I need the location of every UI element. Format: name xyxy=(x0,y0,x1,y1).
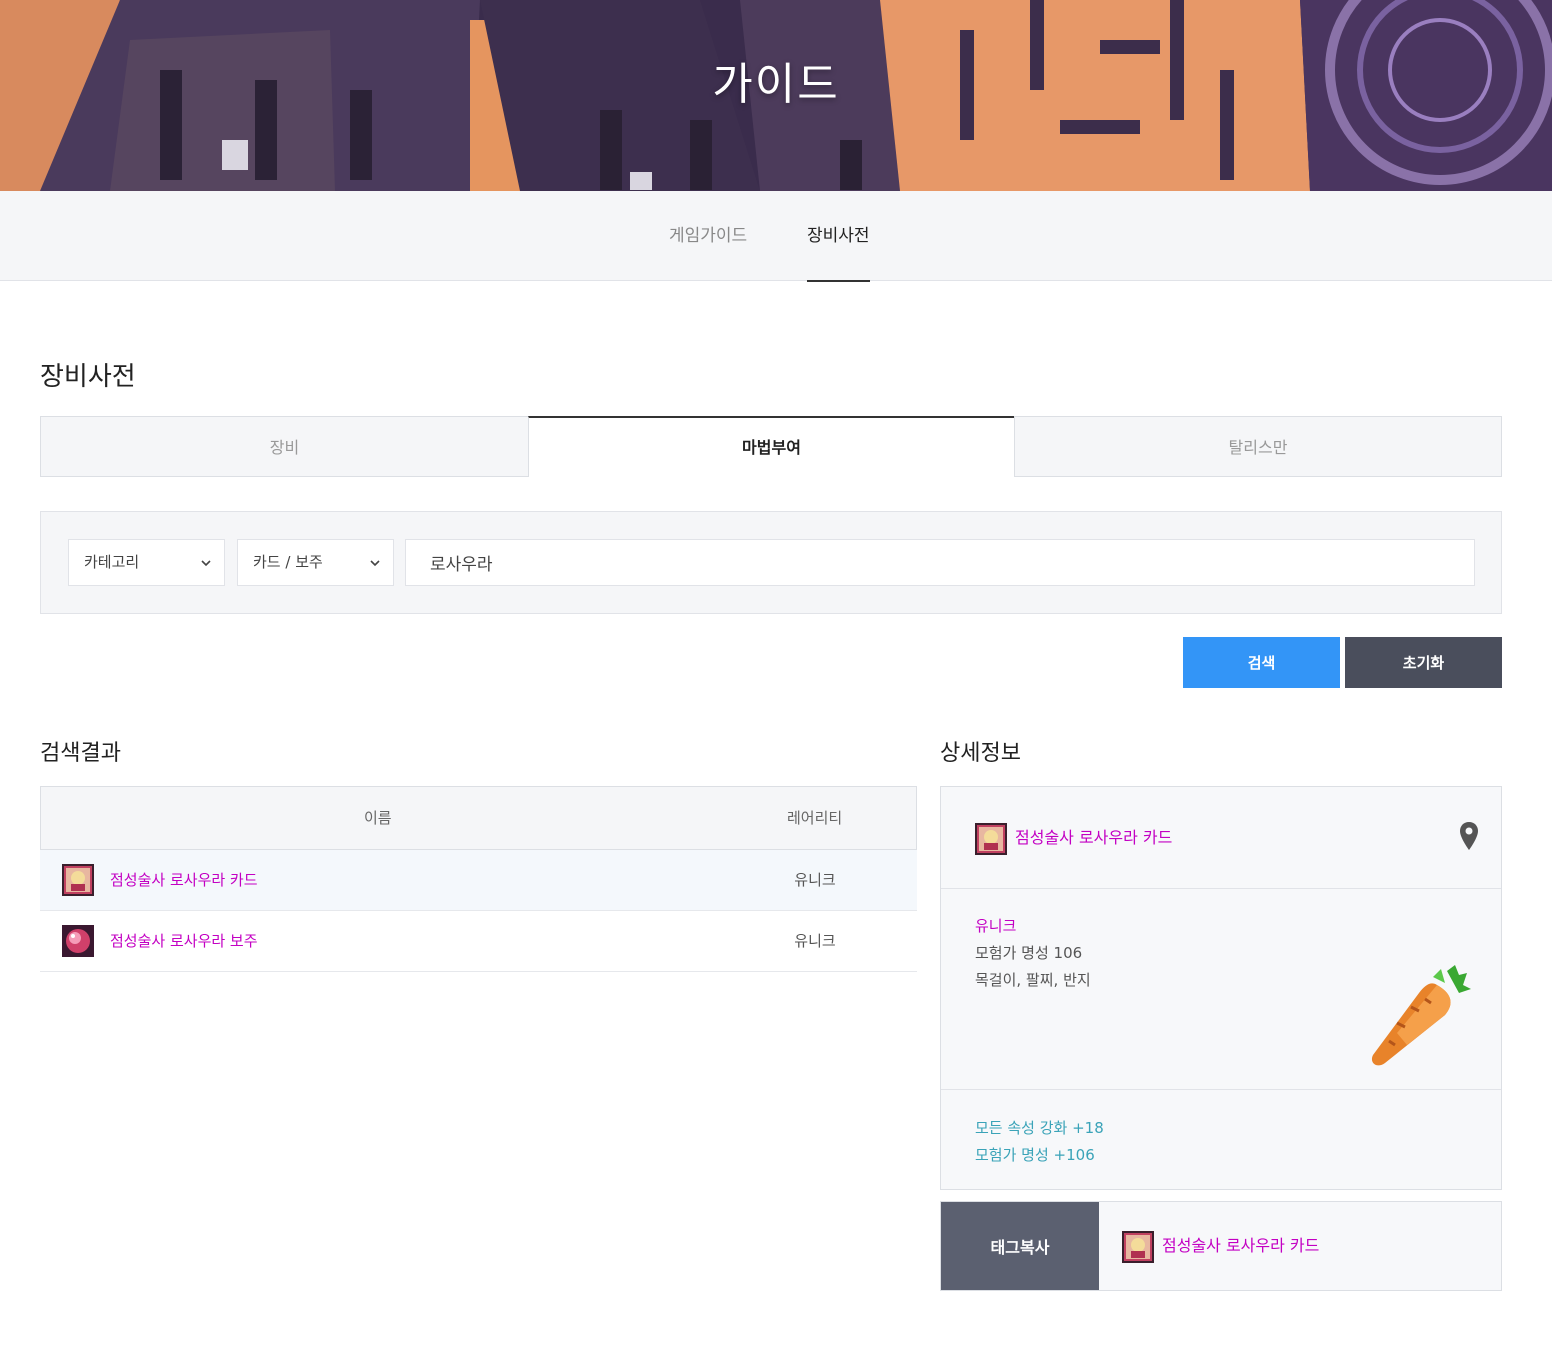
option-line: 모든 속성 강화 +18 xyxy=(975,1119,1104,1137)
reset-button[interactable]: 초기화 xyxy=(1345,637,1502,688)
results-table: 이름 레어리티 점성술사 로사우라 카드 유니크 점성술사 로사우라 보주 유니… xyxy=(40,786,917,972)
item-name: 점성술사 로사우라 카드 xyxy=(110,871,258,889)
sub-navigation: 게임가이드 장비사전 xyxy=(0,191,1552,282)
detail-info: 유니크 모험가 명성 106 목걸이, 팔찌, 반지 xyxy=(941,889,1501,1090)
search-input[interactable] xyxy=(405,539,1475,586)
orb-icon xyxy=(62,925,94,957)
category-select-value: 카테고리 xyxy=(84,553,140,571)
hero-banner: 가이드 xyxy=(0,0,1552,191)
tag-copy-button[interactable]: 태그복사 xyxy=(941,1202,1099,1290)
option-line: 모험가 명성 +106 xyxy=(975,1146,1095,1164)
card-icon xyxy=(62,864,94,896)
hero-title: 가이드 xyxy=(712,59,840,110)
subnav-tab-game-guide[interactable]: 게임가이드 xyxy=(669,191,747,281)
carrot-icon xyxy=(1371,965,1471,1066)
search-button[interactable]: 검색 xyxy=(1183,637,1340,688)
item-rarity: 유니크 xyxy=(794,871,836,889)
category-tabs: 장비 마법부여 탈리스만 xyxy=(40,416,1502,477)
chevron-down-icon xyxy=(201,560,211,567)
results-header: 이름 레어리티 xyxy=(40,786,917,850)
detail-title: 상세정보 xyxy=(940,741,1021,766)
item-rarity: 유니크 xyxy=(794,932,836,950)
search-panel: 카테고리 카드 / 보주 xyxy=(40,511,1502,614)
table-row[interactable]: 점성술사 로사우라 카드 유니크 xyxy=(40,850,917,911)
detail-header: 점성술사 로사우라 카드 xyxy=(941,787,1501,889)
subcategory-select[interactable]: 카드 / 보주 xyxy=(237,539,394,586)
subnav-tab-equipment-dictionary[interactable]: 장비사전 xyxy=(807,191,870,282)
table-row[interactable]: 점성술사 로사우라 보주 유니크 xyxy=(40,911,917,972)
results-title: 검색결과 xyxy=(40,741,121,766)
category-select[interactable]: 카테고리 xyxy=(68,539,225,586)
card-icon xyxy=(1122,1231,1154,1263)
map-pin-icon[interactable] xyxy=(1459,821,1479,851)
tab-enchant[interactable]: 마법부여 xyxy=(528,416,1015,477)
detail-item-name: 점성술사 로사우라 카드 xyxy=(1015,828,1173,847)
detail-panel: 점성술사 로사우라 카드 유니크 모험가 명성 106 목걸이, 팔찌, 반지 … xyxy=(940,786,1502,1190)
detail-rarity: 유니크 xyxy=(975,917,1017,935)
detail-options: 모든 속성 강화 +18 모험가 명성 +106 xyxy=(941,1090,1501,1190)
chevron-down-icon xyxy=(370,560,380,567)
subcategory-select-value: 카드 / 보주 xyxy=(253,553,323,571)
detail-fame: 모험가 명성 106 xyxy=(975,944,1083,962)
column-header-rarity: 레어리티 xyxy=(787,809,843,827)
column-header-name: 이름 xyxy=(364,809,392,827)
tag-copy-row: 태그복사 점성술사 로사우라 카드 xyxy=(940,1201,1502,1291)
card-icon xyxy=(975,823,1007,855)
tab-talisman[interactable]: 탈리스만 xyxy=(1014,416,1502,477)
tab-equipment[interactable]: 장비 xyxy=(40,416,529,477)
detail-slots: 목걸이, 팔찌, 반지 xyxy=(975,971,1091,989)
item-name: 점성술사 로사우라 보주 xyxy=(110,932,258,950)
tag-item-name: 점성술사 로사우라 카드 xyxy=(1162,1236,1320,1255)
page-title: 장비사전 xyxy=(40,362,136,392)
